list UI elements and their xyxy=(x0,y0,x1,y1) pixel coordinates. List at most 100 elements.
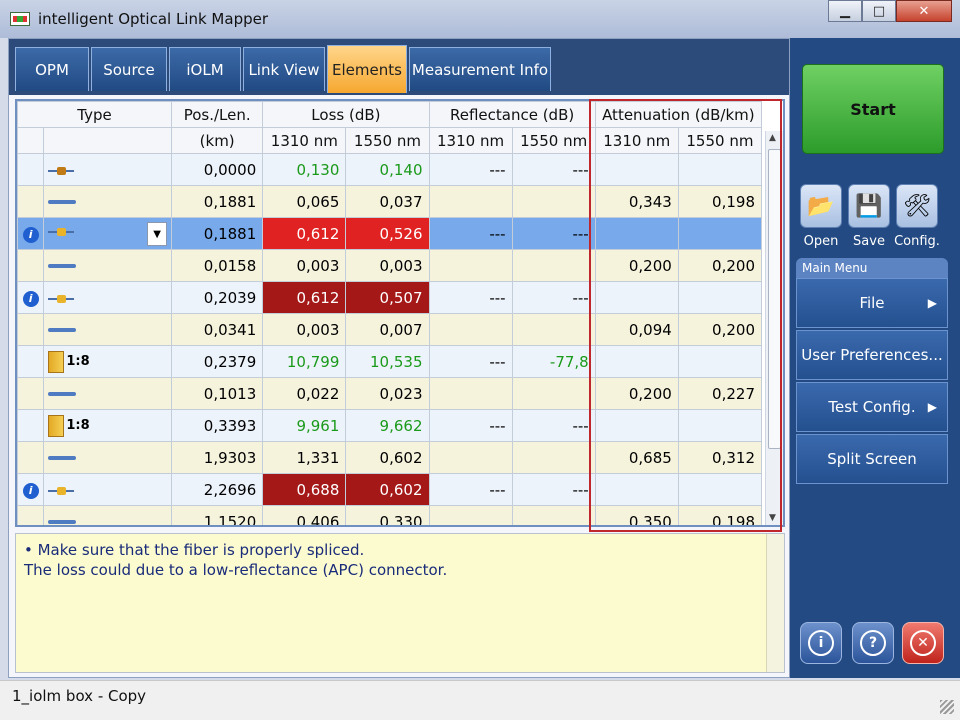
tab-bar: OPM Source iOLM Link View Elements Measu… xyxy=(9,39,789,95)
tab-source[interactable]: Source xyxy=(91,47,167,91)
menu-item-test-config[interactable]: Test Config. ▶ xyxy=(796,382,948,432)
att-1310-cell xyxy=(594,217,679,250)
type-dropdown-icon[interactable]: ▼ xyxy=(147,221,168,246)
table-row[interactable]: 1,9303 1,331 0,602 0,685 0,312 xyxy=(17,441,763,474)
main-panel: OPM Source iOLM Link View Elements Measu… xyxy=(8,38,790,678)
tab-elements[interactable]: Elements xyxy=(327,45,407,93)
type-cell xyxy=(43,249,173,282)
position-cell: 0,1881 xyxy=(171,185,264,218)
app-logo-icon xyxy=(10,12,30,26)
table-row[interactable]: 0,0000 0,130 0,140 --- --- xyxy=(17,153,763,186)
refl-1310-cell: --- xyxy=(428,409,513,442)
loss-1550-cell: 0,507 xyxy=(345,281,430,314)
table-row[interactable]: 0,1881 0,065 0,037 0,343 0,198 xyxy=(17,185,763,218)
scroll-thumb[interactable] xyxy=(768,149,781,449)
tab-iolm[interactable]: iOLM xyxy=(169,47,241,91)
refl-1310-cell xyxy=(428,377,513,410)
scroll-up-icon[interactable]: ▲ xyxy=(769,133,776,143)
header-loss-1310: 1310 nm xyxy=(262,127,347,154)
close-button[interactable]: ✕ xyxy=(896,0,952,22)
type-cell: 1:8 xyxy=(43,345,173,378)
info-icon[interactable]: i xyxy=(22,227,39,243)
header-pos[interactable]: Pos./Len. xyxy=(171,101,264,128)
header-att-1550: 1550 nm xyxy=(677,127,763,154)
refl-1310-cell xyxy=(428,185,513,218)
maximize-button[interactable]: □ xyxy=(862,0,896,22)
position-cell: 2,2696 xyxy=(171,473,264,506)
fiber-icon xyxy=(48,456,77,460)
att-1550-cell: 0,200 xyxy=(677,313,763,346)
menu-item-file[interactable]: File ▶ xyxy=(796,278,948,328)
connector-icon xyxy=(48,227,75,236)
header-reflectance[interactable]: Reflectance (dB) xyxy=(428,101,596,128)
info-cell xyxy=(17,345,45,378)
info-cell: i xyxy=(17,473,45,506)
save-button[interactable]: 💾 xyxy=(848,184,890,228)
att-1550-cell: 0,200 xyxy=(677,249,763,282)
menu-item-split-screen[interactable]: Split Screen xyxy=(796,434,948,484)
menu-item-user-preferences[interactable]: User Preferences... xyxy=(796,330,948,380)
info-cell xyxy=(17,441,45,474)
table-row[interactable]: 0,0158 0,003 0,003 0,200 0,200 xyxy=(17,249,763,282)
loss-1310-cell: 0,688 xyxy=(262,473,347,506)
minimize-button[interactable]: ▁ xyxy=(828,0,862,22)
header-attenuation[interactable]: Attenuation (dB/km) xyxy=(594,101,763,128)
menu-item-label: File xyxy=(859,294,885,312)
scroll-down-icon[interactable]: ▼ xyxy=(769,513,776,523)
start-button[interactable]: Start xyxy=(802,64,944,154)
main-menu-header: Main Menu xyxy=(796,258,948,278)
table-row[interactable]: 1:8 0,2379 10,799 10,535 --- -77,8 xyxy=(17,345,763,378)
position-cell: 0,2039 xyxy=(171,281,264,314)
header-blank xyxy=(17,127,45,154)
window-title: intelligent Optical Link Mapper xyxy=(38,10,269,28)
table-row[interactable]: 0,1013 0,022 0,023 0,200 0,227 xyxy=(17,377,763,410)
table-row[interactable]: i 2,2696 0,688 0,602 --- --- xyxy=(17,473,763,506)
exit-icon: ✕ xyxy=(910,630,936,656)
refl-1310-cell: --- xyxy=(428,281,513,314)
splitter-ratio: 1:8 xyxy=(66,418,90,433)
info-icon: i xyxy=(808,630,834,656)
table-row[interactable]: 1,1520 0,406 0,330 0,350 0,198 xyxy=(17,505,763,525)
open-button[interactable]: 📂 xyxy=(800,184,842,228)
connector-icon xyxy=(48,294,75,303)
table-row[interactable]: i 0,2039 0,612 0,507 --- --- xyxy=(17,281,763,314)
header-type[interactable]: Type xyxy=(17,101,173,128)
table-row[interactable]: 1:8 0,3393 9,961 9,662 --- --- xyxy=(17,409,763,442)
att-1550-cell xyxy=(677,281,763,314)
att-1310-cell xyxy=(594,409,679,442)
loss-1310-cell: 1,331 xyxy=(262,441,347,474)
exit-button[interactable]: ✕ xyxy=(902,622,944,664)
att-1550-cell xyxy=(677,153,763,186)
type-cell: ▼ xyxy=(43,217,173,250)
loss-1310-cell: 0,130 xyxy=(262,153,347,186)
header-loss[interactable]: Loss (dB) xyxy=(262,101,430,128)
info-icon[interactable]: i xyxy=(22,483,39,499)
tab-link-view[interactable]: Link View xyxy=(243,47,325,91)
type-cell: 1:8 xyxy=(43,409,173,442)
position-cell: 0,0158 xyxy=(171,249,264,282)
loss-1310-cell: 0,003 xyxy=(262,249,347,282)
message-scrollbar[interactable] xyxy=(766,534,784,672)
tab-opm[interactable]: OPM xyxy=(15,47,89,91)
position-cell: 0,1013 xyxy=(171,377,264,410)
tab-measurement-info[interactable]: Measurement Info xyxy=(409,47,551,91)
info-cell xyxy=(17,409,45,442)
open-label: Open xyxy=(803,234,839,249)
resize-grip-icon[interactable] xyxy=(940,700,954,714)
info-icon[interactable]: i xyxy=(22,291,39,307)
submenu-arrow-icon: ▶ xyxy=(927,400,937,414)
table-row[interactable]: i ▼ 0,1881 0,612 0,526 --- --- xyxy=(17,217,763,250)
table-row[interactable]: 0,0341 0,003 0,007 0,094 0,200 xyxy=(17,313,763,346)
att-1550-cell xyxy=(677,473,763,506)
type-cell xyxy=(43,441,173,474)
att-1310-cell xyxy=(594,153,679,186)
help-button[interactable]: ? xyxy=(852,622,894,664)
refl-1550-cell xyxy=(511,377,596,410)
elements-table-body: 0,0000 0,130 0,140 --- --- 0,1881 0,065 0,037 0,… xyxy=(17,153,763,525)
table-scrollbar[interactable]: ▲ ▼ xyxy=(765,131,783,525)
config-button[interactable]: 🛠 xyxy=(896,184,938,228)
loss-1550-cell: 0,023 xyxy=(345,377,430,410)
position-cell: 0,2379 xyxy=(171,345,264,378)
info-button[interactable]: i xyxy=(800,622,842,664)
menu-item-label: User Preferences... xyxy=(801,346,943,364)
